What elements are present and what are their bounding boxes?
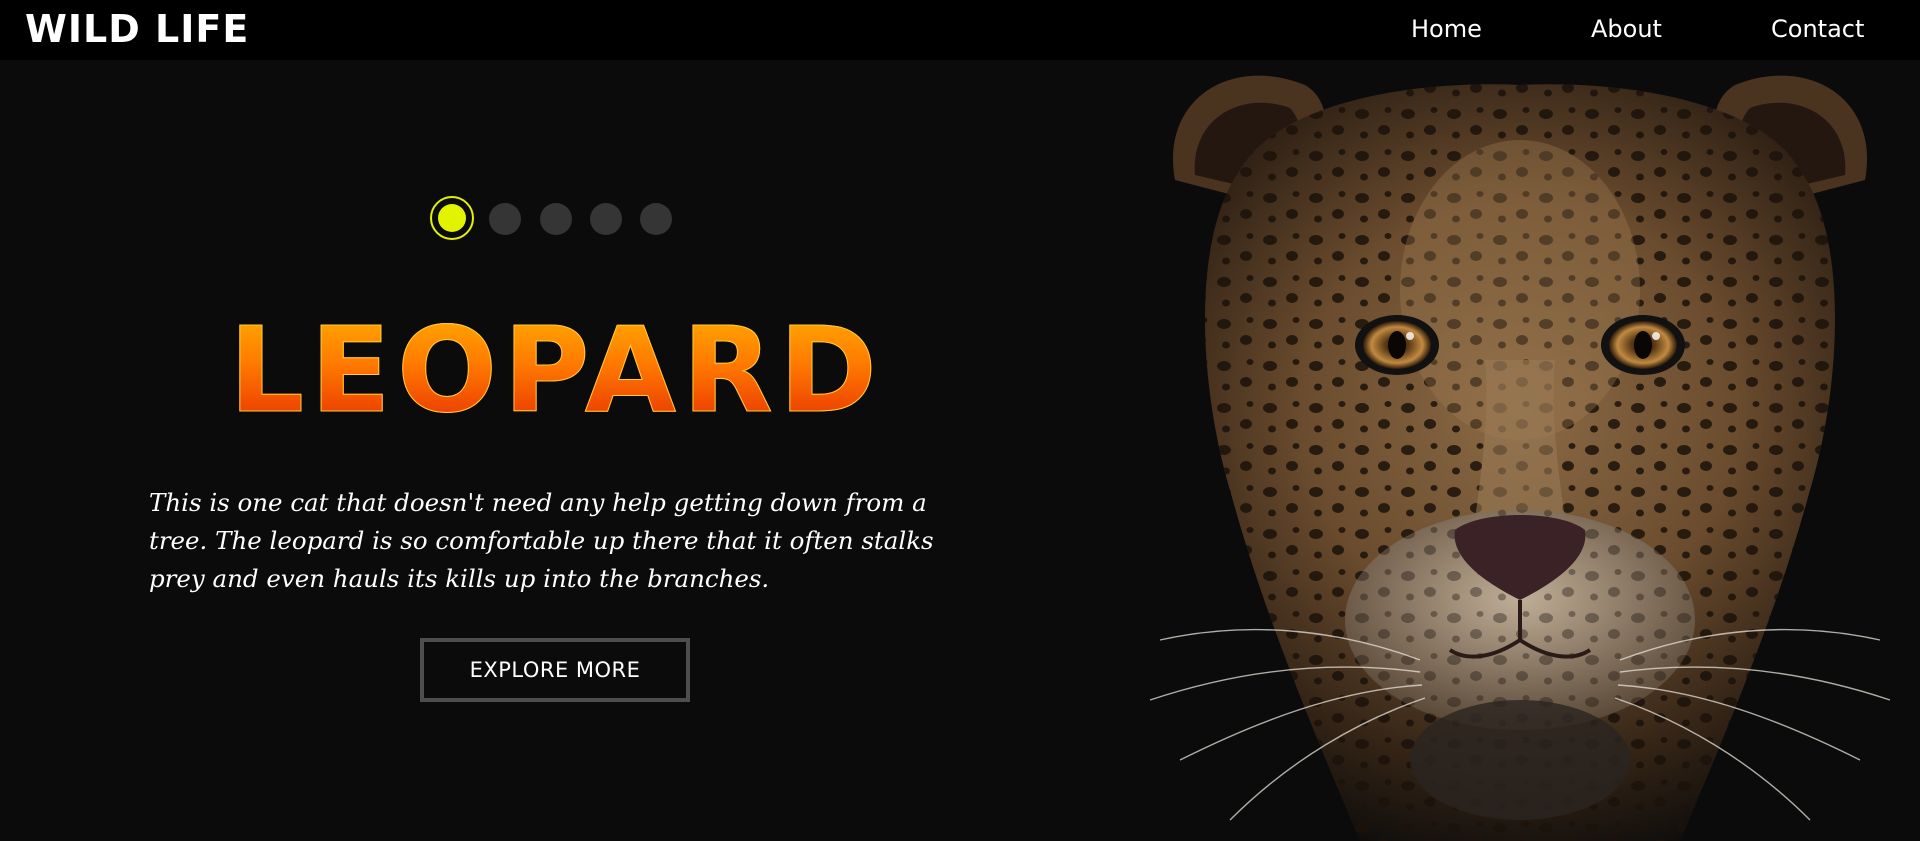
hero-description: This is one cat that doesn't need any he…: [149, 488, 934, 593]
slider-dots: [430, 193, 675, 243]
nav-contact-link[interactable]: Contact: [1771, 14, 1864, 44]
slider-dot-4[interactable]: [590, 203, 622, 235]
slider-dot-5[interactable]: [640, 203, 672, 235]
site-logo[interactable]: WILD LIFE: [25, 6, 249, 52]
hero-title: LEOPARD: [0, 305, 1112, 436]
explore-more-button[interactable]: EXPLORE MORE: [420, 638, 690, 702]
slider-dot-1[interactable]: [430, 196, 474, 240]
navbar: WILD LIFE Home About Contact: [0, 0, 1920, 60]
leopard-face-image: [1120, 60, 1920, 841]
slider-dot-3[interactable]: [540, 203, 572, 235]
nav-home-link[interactable]: Home: [1411, 14, 1482, 44]
slider-dot-2[interactable]: [489, 203, 521, 235]
nav-about-link[interactable]: About: [1591, 14, 1662, 44]
